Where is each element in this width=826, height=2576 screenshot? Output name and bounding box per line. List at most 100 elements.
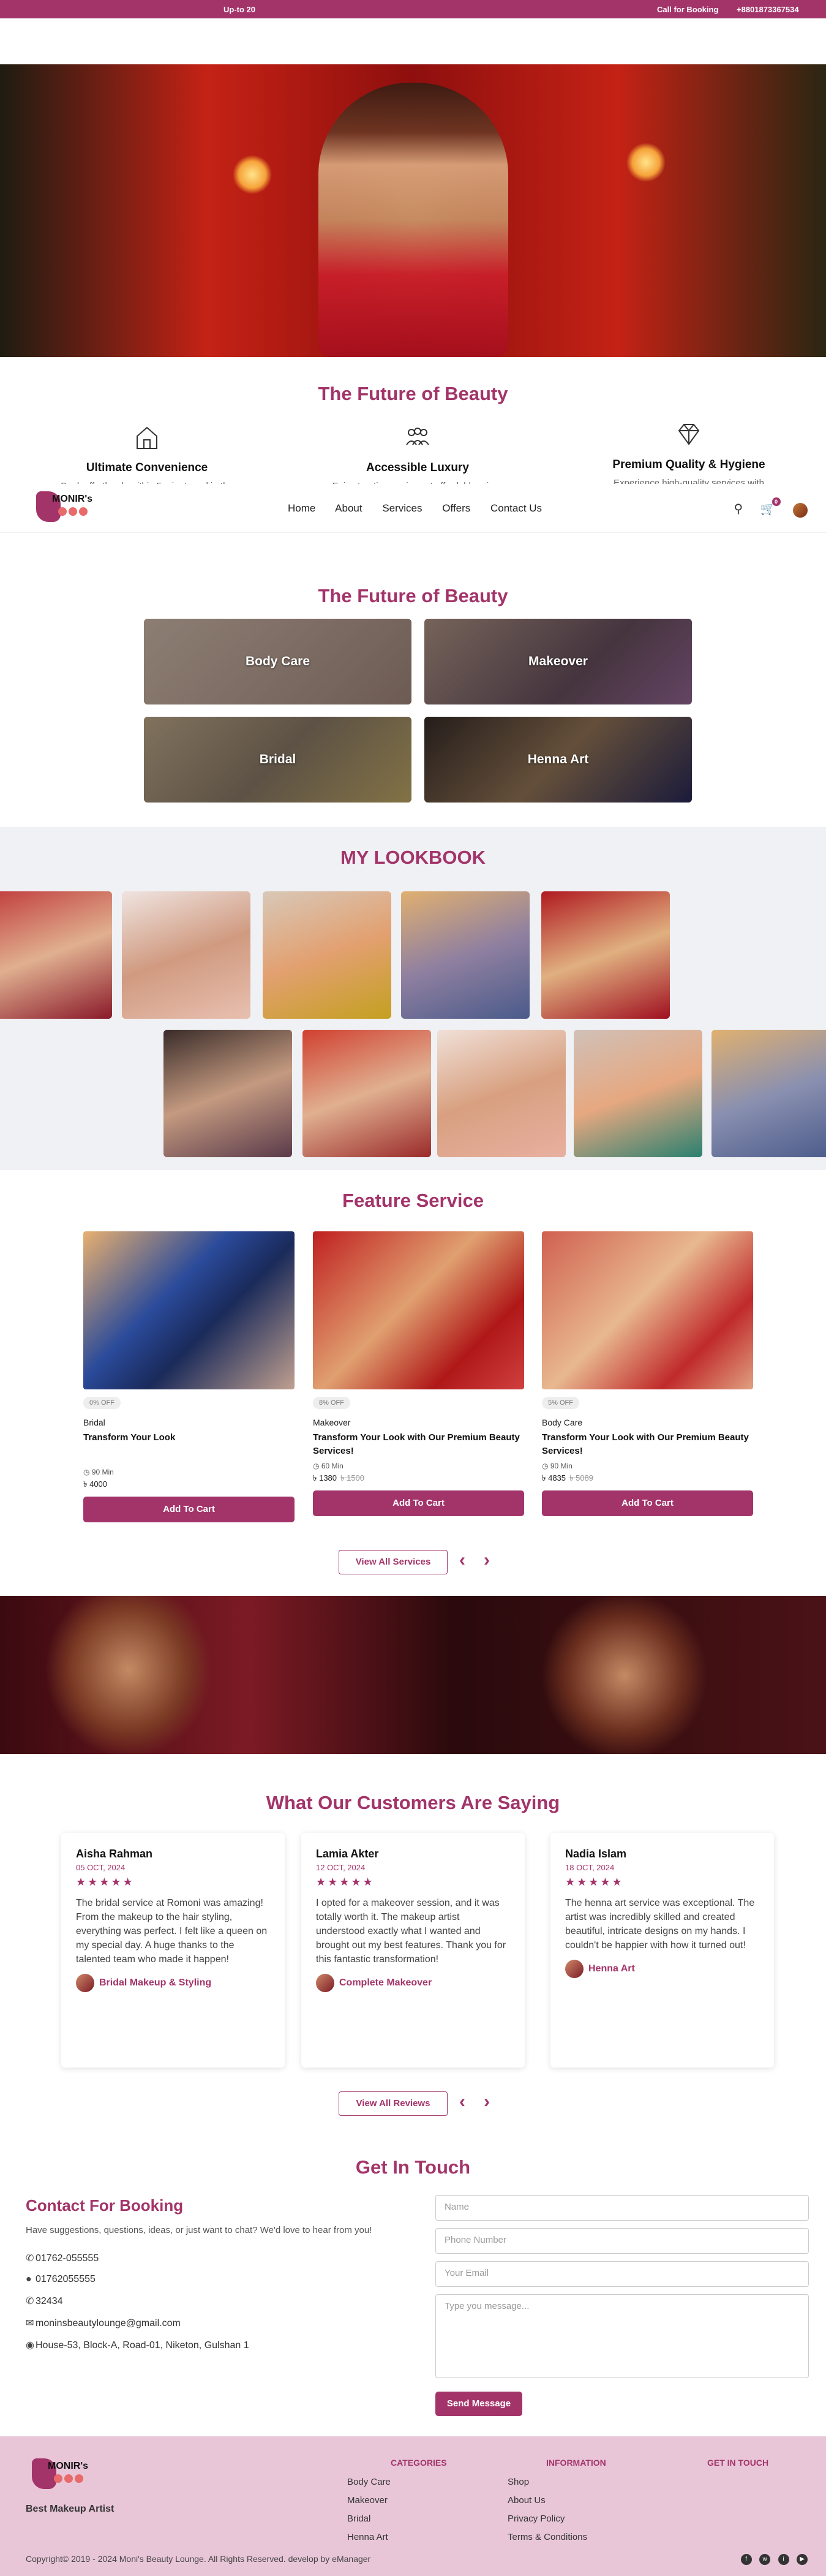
category-bridal[interactable]: Bridal (144, 717, 411, 803)
service-title[interactable]: Transform Your Look with Our Premium Bea… (542, 1431, 753, 1458)
contact-whatsapp[interactable]: 01762055555 (36, 2274, 96, 2284)
discount-badge: 8% OFF (313, 1397, 350, 1409)
house-icon (137, 426, 157, 449)
contact-subtitle: Contact For Booking (26, 2196, 184, 2215)
main-navbar: MONIR's Home About Services Offers Conta… (0, 484, 826, 533)
category-label: Body Care (245, 654, 310, 668)
reviewer-name: Aisha Rahman (76, 1848, 153, 1860)
send-message-button[interactable]: Send Message (435, 2392, 522, 2416)
review-text: The bridal service at Romoni was amazing… (76, 1898, 268, 1965)
service-image[interactable] (83, 1231, 295, 1389)
category-makeover[interactable]: Makeover (424, 619, 692, 704)
reviewer-name: Nadia Islam (565, 1848, 627, 1860)
category-body-care[interactable]: Body Care (144, 619, 411, 704)
feature-convenience: Ultimate Convenience Book effortlessly w… (49, 423, 245, 488)
discount-badge: 0% OFF (83, 1397, 121, 1409)
phone-icon: ✆ (26, 2296, 34, 2306)
lookbook-photo[interactable] (541, 891, 670, 1019)
next-arrow-icon[interactable]: › (484, 1550, 490, 1571)
service-old-price: ৳ 1500 (340, 1473, 365, 1483)
nav-item-about[interactable]: About (335, 502, 362, 514)
lookbook-photo[interactable] (401, 891, 530, 1019)
call-for-booking-label: Call for Booking (657, 5, 719, 14)
feature-title: Ultimate Convenience (86, 461, 208, 474)
view-all-reviews-button[interactable]: View All Reviews (339, 2091, 448, 2116)
add-to-cart-button[interactable]: Add To Cart (313, 1490, 524, 1516)
name-input[interactable]: Name (435, 2195, 809, 2221)
service-category: Makeover (313, 1418, 351, 1427)
clock-icon: ◷ (83, 1468, 90, 1476)
footer-link[interactable]: Privacy Policy (508, 2510, 587, 2528)
review-service[interactable]: Complete Makeover (339, 1977, 432, 1989)
service-price: ৳ 4835 (542, 1473, 566, 1483)
footer-link[interactable]: Henna Art (347, 2528, 391, 2547)
booking-phone-link[interactable]: +8801873367534 (737, 5, 799, 14)
service-old-price: ৳ 5089 (569, 1473, 594, 1483)
footer-link[interactable]: Body Care (347, 2473, 391, 2491)
contact-phone-2[interactable]: 32434 (36, 2296, 63, 2306)
review-service[interactable]: Henna Art (588, 1963, 635, 1974)
phone-input[interactable]: Phone Number (435, 2228, 809, 2254)
feature-luxury: Accessible Luxury Enjoy top-tier service… (320, 423, 516, 488)
footer-logo[interactable]: MONIR's (29, 2456, 121, 2491)
star-rating: ★★★★★ (76, 1876, 135, 1888)
lookbook-photo[interactable] (0, 891, 112, 1019)
nav-item-offers[interactable]: Offers (442, 502, 470, 514)
footer-link[interactable]: Bridal (347, 2510, 391, 2528)
contact-info: Contact For Booking Have suggestions, qu… (26, 2196, 405, 2351)
footer-link[interactable]: Terms & Conditions (508, 2528, 587, 2547)
email-input[interactable]: Your Email (435, 2261, 809, 2287)
lookbook-photo[interactable] (711, 1030, 826, 1157)
facebook-icon[interactable]: f (740, 2554, 752, 2565)
footer-information: Shop About Us Privacy Policy Terms & Con… (508, 2473, 587, 2547)
reviewer-name: Lamia Akter (316, 1848, 379, 1860)
service-price: ৳ 1380 (313, 1473, 337, 1483)
service-image[interactable] (542, 1231, 753, 1389)
footer-link[interactable]: Shop (508, 2473, 587, 2491)
message-textarea[interactable]: Type you message... (435, 2294, 809, 2378)
nav-item-services[interactable]: Services (382, 502, 422, 514)
diamond-icon (678, 424, 700, 445)
lookbook-photo[interactable] (437, 1030, 566, 1157)
instagram-icon[interactable]: i (778, 2554, 789, 2565)
top-bar: Up-to 20 Call for Booking +8801873367534 (0, 0, 826, 18)
lookbook-photo[interactable] (574, 1030, 702, 1157)
lookbook-photo[interactable] (122, 891, 250, 1019)
reviewer-avatar (316, 1974, 334, 1992)
whatsapp-icon[interactable]: w (759, 2554, 771, 2565)
footer-link[interactable]: About Us (508, 2491, 587, 2510)
footer-link[interactable]: Makeover (347, 2491, 391, 2510)
nav-icons: ⚲ 🛒 0 (719, 497, 808, 518)
logo-dots (58, 507, 89, 519)
service-title[interactable]: Transform Your Look (83, 1431, 295, 1445)
next-arrow-icon[interactable]: › (484, 2091, 490, 2112)
feature-title: Accessible Luxury (366, 461, 469, 474)
add-to-cart-button[interactable]: Add To Cart (83, 1497, 295, 1522)
star-rating: ★★★★★ (316, 1876, 375, 1888)
social-links: f w i ▶ (736, 2553, 808, 2565)
section-title-services: Feature Service (342, 1190, 484, 1211)
view-all-services-button[interactable]: View All Services (339, 1550, 448, 1574)
category-henna-art[interactable]: Henna Art (424, 717, 692, 803)
lookbook-photo[interactable] (263, 891, 391, 1019)
service-card: 0% OFF Bridal Transform Your Look ◷ 90 M… (83, 1231, 295, 1522)
nav-item-home[interactable]: Home (288, 502, 315, 514)
nav-item-contact[interactable]: Contact Us (490, 502, 542, 514)
review-service[interactable]: Bridal Makeup & Styling (99, 1977, 211, 1989)
brand-logo[interactable]: MONIR's (34, 489, 126, 524)
add-to-cart-button[interactable]: Add To Cart (542, 1490, 753, 1516)
contact-phone-1[interactable]: 01762-055555 (36, 2253, 99, 2264)
prev-arrow-icon[interactable]: ‹ (459, 1550, 465, 1571)
category-label: Bridal (259, 752, 296, 766)
lookbook-photo[interactable] (163, 1030, 292, 1157)
service-image[interactable] (313, 1231, 524, 1389)
youtube-icon[interactable]: ▶ (797, 2554, 808, 2565)
cart-icon[interactable]: 🛒 0 (760, 497, 781, 516)
contact-email[interactable]: moninsbeautylounge@gmail.com (36, 2318, 181, 2329)
user-avatar[interactable] (793, 502, 808, 518)
service-title[interactable]: Transform Your Look with Our Premium Bea… (313, 1431, 524, 1458)
prev-arrow-icon[interactable]: ‹ (459, 2091, 465, 2112)
search-icon[interactable]: ⚲ (734, 501, 743, 516)
service-duration: 60 Min (321, 1462, 344, 1470)
lookbook-photo[interactable] (302, 1030, 431, 1157)
